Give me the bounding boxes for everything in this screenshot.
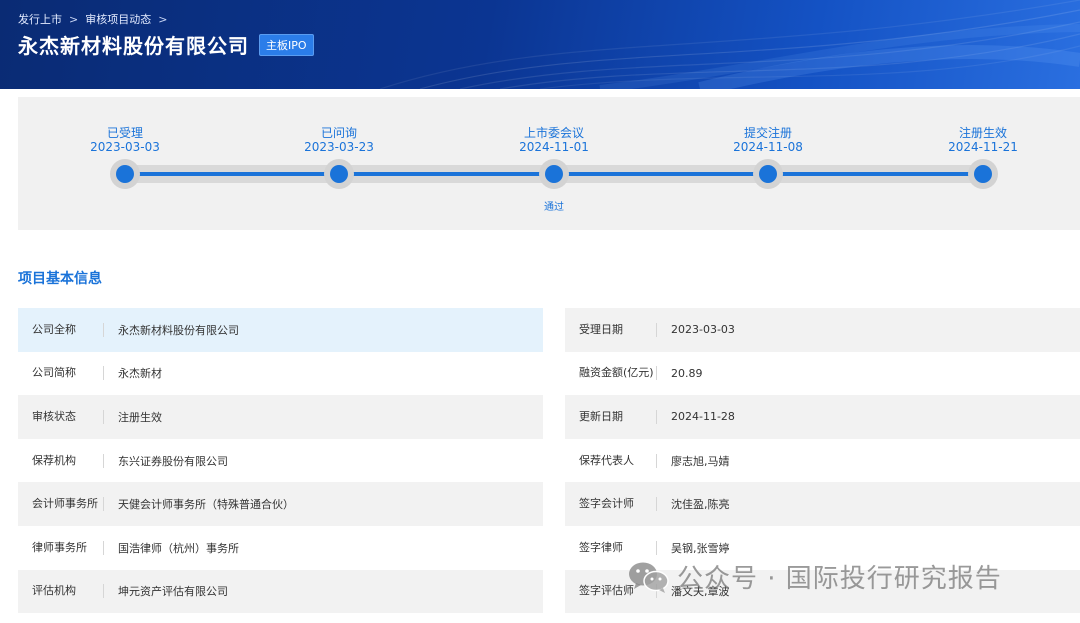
page-title: 永杰新材料股份有限公司 [18, 34, 249, 58]
info-value: 永杰新材料股份有限公司 [118, 323, 239, 337]
info-row-short-name: 公司简称 永杰新材 [18, 352, 543, 396]
review-timeline: 已受理 2023-03-03 已问询 2023-03-23 上市委会议 2024… [18, 97, 1080, 230]
info-label: 评估机构 [18, 584, 104, 599]
breadcrumb: 发行上市 > 审核项目动态 > [18, 11, 167, 27]
info-row-appraisal-firm: 评估机构 坤元资产评估有限公司 [18, 569, 543, 614]
info-value: 2024-11-28 [671, 410, 735, 424]
info-row-signing-accountants: 签字会计师 沈佳盈,陈亮 [565, 482, 1080, 526]
timeline-stage-effective: 注册生效 2024-11-21 [928, 126, 1038, 154]
section-title-basic-info: 项目基本信息 [18, 271, 102, 287]
timeline-node-dot [330, 165, 348, 183]
info-value: 东兴证券股份有限公司 [118, 454, 228, 468]
title-row: 永杰新材料股份有限公司 主板IPO [18, 30, 314, 59]
info-value: 2023-03-03 [671, 323, 735, 337]
info-value: 国浩律师（杭州）事务所 [118, 541, 239, 555]
info-row-law-firm: 律师事务所 国浩律师（杭州）事务所 [18, 526, 543, 570]
info-row-accounting-firm: 会计师事务所 天健会计师事务所（特殊普通合伙） [18, 482, 543, 526]
stage-label: 提交注册 [743, 126, 792, 140]
info-row-financing-amount: 融资金额(亿元) 20.89 [565, 352, 1080, 396]
timeline-stage-listing-committee: 上市委会议 2024-11-01 [499, 126, 609, 154]
info-row-sponsor: 保荐机构 东兴证券股份有限公司 [18, 439, 543, 483]
page-header: 发行上市 > 审核项目动态 > 永杰新材料股份有限公司 主板IPO [0, 0, 1080, 89]
info-value: 沈佳盈,陈亮 [671, 498, 730, 512]
stage-date: 2023-03-03 [90, 140, 160, 154]
timeline-stage-submitted: 提交注册 2024-11-08 [713, 126, 823, 154]
timeline-node-listing-committee [539, 159, 569, 189]
info-label: 受理日期 [565, 322, 657, 337]
info-label: 审核状态 [18, 409, 104, 424]
timeline-node-dot [974, 165, 992, 183]
info-label: 签字律师 [565, 540, 657, 555]
timeline-node-accepted [110, 159, 140, 189]
info-label: 会计师事务所 [18, 497, 104, 512]
info-row-accept-date: 受理日期 2023-03-03 [565, 308, 1080, 352]
timeline-node-dot [545, 165, 563, 183]
info-row-sponsor-reps: 保荐代表人 廖志旭,马婧 [565, 439, 1080, 483]
committee-result-note: 通过 [544, 202, 564, 213]
chevron-right-icon: > [158, 12, 168, 26]
info-value: 坤元资产评估有限公司 [118, 585, 228, 599]
info-row-signing-appraisers: 签字评估师 潘文夫,章波 [565, 569, 1080, 614]
breadcrumb-item-review-updates[interactable]: 审核项目动态 [85, 11, 151, 27]
chevron-right-icon: > [69, 12, 79, 26]
info-value: 永杰新材 [118, 367, 162, 381]
info-label: 保荐机构 [18, 453, 104, 468]
stage-label: 注册生效 [958, 126, 1007, 140]
info-label: 融资金额(亿元) [565, 366, 657, 381]
stage-date: 2024-11-08 [733, 140, 803, 154]
info-value: 廖志旭,马婧 [671, 454, 730, 468]
timeline-node-dot [759, 165, 777, 183]
info-label: 公司全称 [18, 322, 104, 337]
info-label: 保荐代表人 [565, 453, 657, 468]
info-row-review-status: 审核状态 注册生效 [18, 395, 543, 439]
info-label: 律师事务所 [18, 540, 104, 555]
info-value: 吴钢,张雪婷 [671, 541, 730, 555]
info-label: 更新日期 [565, 409, 657, 424]
info-table-left: 公司全称 永杰新材料股份有限公司 公司简称 永杰新材 审核状态 注册生效 保荐机… [18, 308, 543, 614]
stage-date: 2024-11-21 [948, 140, 1018, 154]
info-label: 公司简称 [18, 366, 104, 381]
timeline-node-effective [968, 159, 998, 189]
info-value: 天健会计师事务所（特殊普通合伙） [118, 498, 294, 512]
stage-label: 已问询 [320, 126, 357, 140]
timeline-node-submitted [753, 159, 783, 189]
info-value: 20.89 [671, 366, 703, 380]
stage-label: 已受理 [106, 126, 143, 140]
timeline-node-inquired [324, 159, 354, 189]
info-table-right: 受理日期 2023-03-03 融资金额(亿元) 20.89 更新日期 2024… [565, 308, 1080, 614]
board-badge: 主板IPO [259, 33, 314, 56]
stage-date: 2023-03-23 [304, 140, 374, 154]
info-row-signing-lawyers: 签字律师 吴钢,张雪婷 [565, 526, 1080, 570]
timeline-node-dot [116, 165, 134, 183]
stage-date: 2024-11-01 [519, 140, 589, 154]
timeline-stage-inquired: 已问询 2023-03-23 [284, 126, 394, 154]
info-value: 注册生效 [118, 410, 162, 424]
info-row-full-name: 公司全称 永杰新材料股份有限公司 [18, 308, 543, 352]
info-label: 签字会计师 [565, 497, 657, 512]
stage-label: 上市委会议 [523, 126, 584, 140]
info-row-update-date: 更新日期 2024-11-28 [565, 395, 1080, 439]
info-value: 潘文夫,章波 [671, 585, 730, 599]
info-label: 签字评估师 [565, 584, 657, 599]
breadcrumb-item-listing[interactable]: 发行上市 [18, 11, 62, 27]
timeline-stage-accepted: 已受理 2023-03-03 [70, 126, 180, 154]
